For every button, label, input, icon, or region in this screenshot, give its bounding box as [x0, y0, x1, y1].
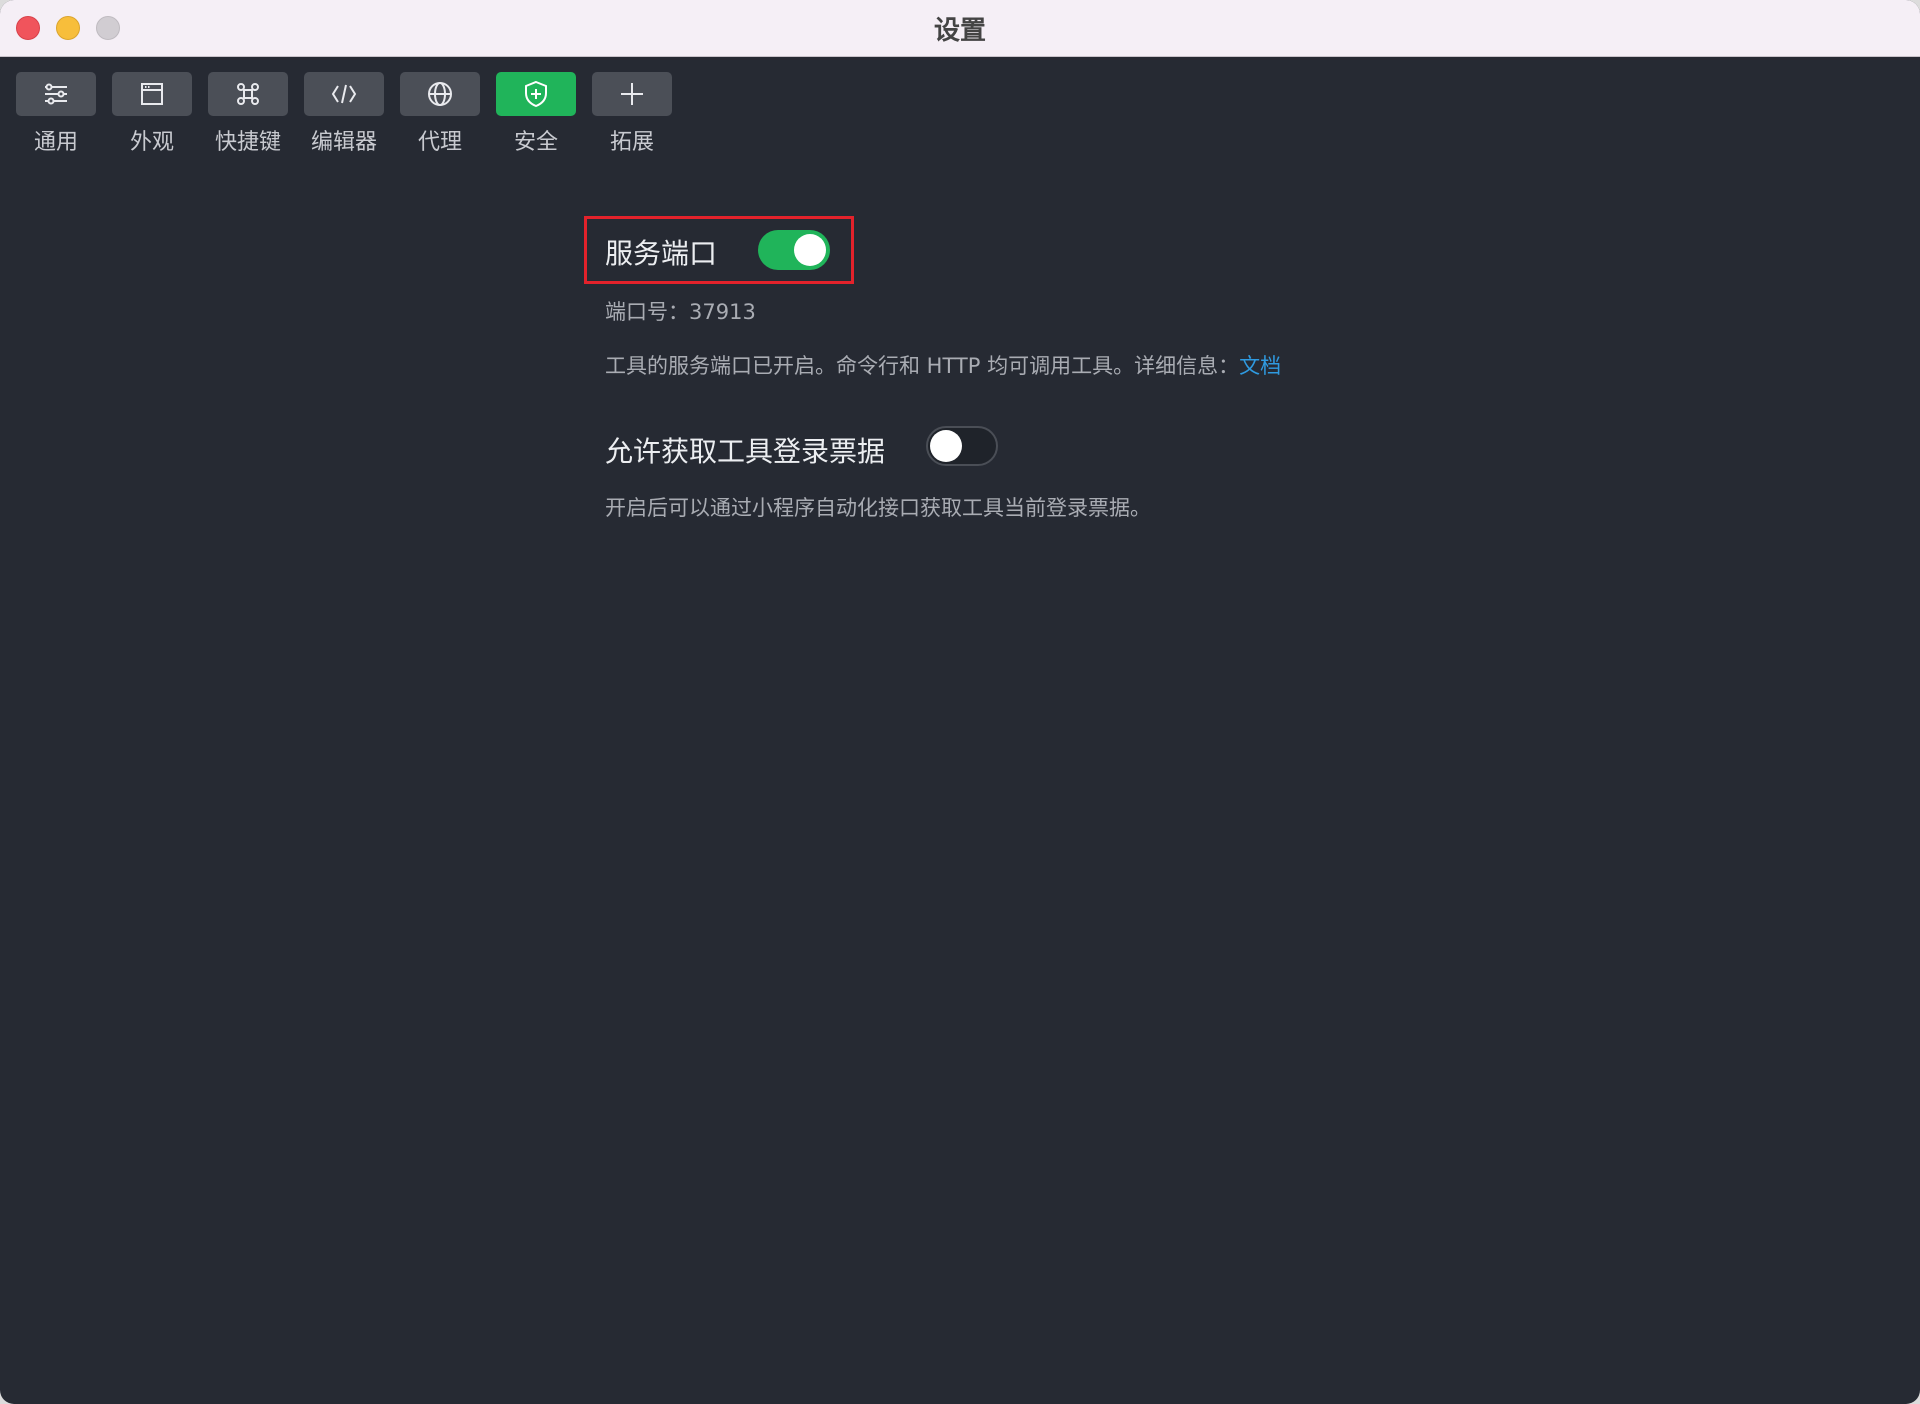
tab-editor-button[interactable] [304, 72, 384, 116]
tab-appearance-label: 外观 [129, 130, 174, 155]
command-icon [237, 83, 259, 105]
tab-shortcuts[interactable]: 快捷键 [208, 72, 288, 156]
tab-editor-label: 编辑器 [310, 130, 377, 155]
login-ticket-title: 允许获取工具登录票据 [605, 435, 886, 468]
tab-general[interactable]: 通用 [16, 72, 96, 156]
title-bar: 设置 [0, 0, 1920, 57]
plus-icon [621, 83, 643, 105]
port-number-text: 端口号：37913 [605, 300, 756, 324]
service-port-toggle[interactable] [758, 230, 830, 270]
login-ticket-toggle[interactable] [926, 426, 998, 466]
tab-extensions[interactable]: 拓展 [592, 72, 672, 156]
tab-general-button[interactable] [16, 72, 96, 116]
service-port-description: 工具的服务端口已开启。命令行和 HTTP 均可调用工具。详细信息：文档 [605, 350, 1281, 380]
tab-editor[interactable]: 编辑器 [304, 72, 384, 156]
settings-window: 设置 通用 外观 快捷键 编辑器 代理 安全 拓展 服务端口 端口号：37913… [0, 0, 1920, 1404]
toggle-knob [794, 234, 826, 266]
toggle-knob [930, 430, 962, 462]
tab-appearance-button[interactable] [112, 72, 192, 116]
tab-extensions-button[interactable] [592, 72, 672, 116]
tab-proxy-label: 代理 [417, 130, 462, 155]
tab-shortcuts-label: 快捷键 [214, 130, 281, 155]
service-port-description-text: 工具的服务端口已开启。命令行和 HTTP 均可调用工具。详细信息： [605, 354, 1240, 378]
tab-proxy-button[interactable] [400, 72, 480, 116]
shield-plus-icon [525, 80, 547, 108]
code-icon [331, 84, 357, 104]
sliders-icon [45, 83, 67, 105]
tab-security-button[interactable] [496, 72, 576, 116]
window-icon [141, 83, 163, 105]
tab-security[interactable]: 安全 [496, 72, 576, 156]
tab-appearance[interactable]: 外观 [112, 72, 192, 156]
docs-link[interactable]: 文档 [1239, 354, 1281, 378]
tab-security-label: 安全 [513, 130, 558, 155]
tab-shortcuts-button[interactable] [208, 72, 288, 116]
window-title: 设置 [933, 16, 986, 46]
login-ticket-description: 开启后可以通过小程序自动化接口获取工具当前登录票据。 [605, 496, 1151, 520]
service-port-title: 服务端口 [605, 237, 718, 270]
tab-proxy[interactable]: 代理 [400, 72, 480, 156]
globe-icon [428, 82, 452, 106]
tab-extensions-label: 拓展 [609, 130, 654, 155]
tab-general-label: 通用 [33, 130, 78, 155]
